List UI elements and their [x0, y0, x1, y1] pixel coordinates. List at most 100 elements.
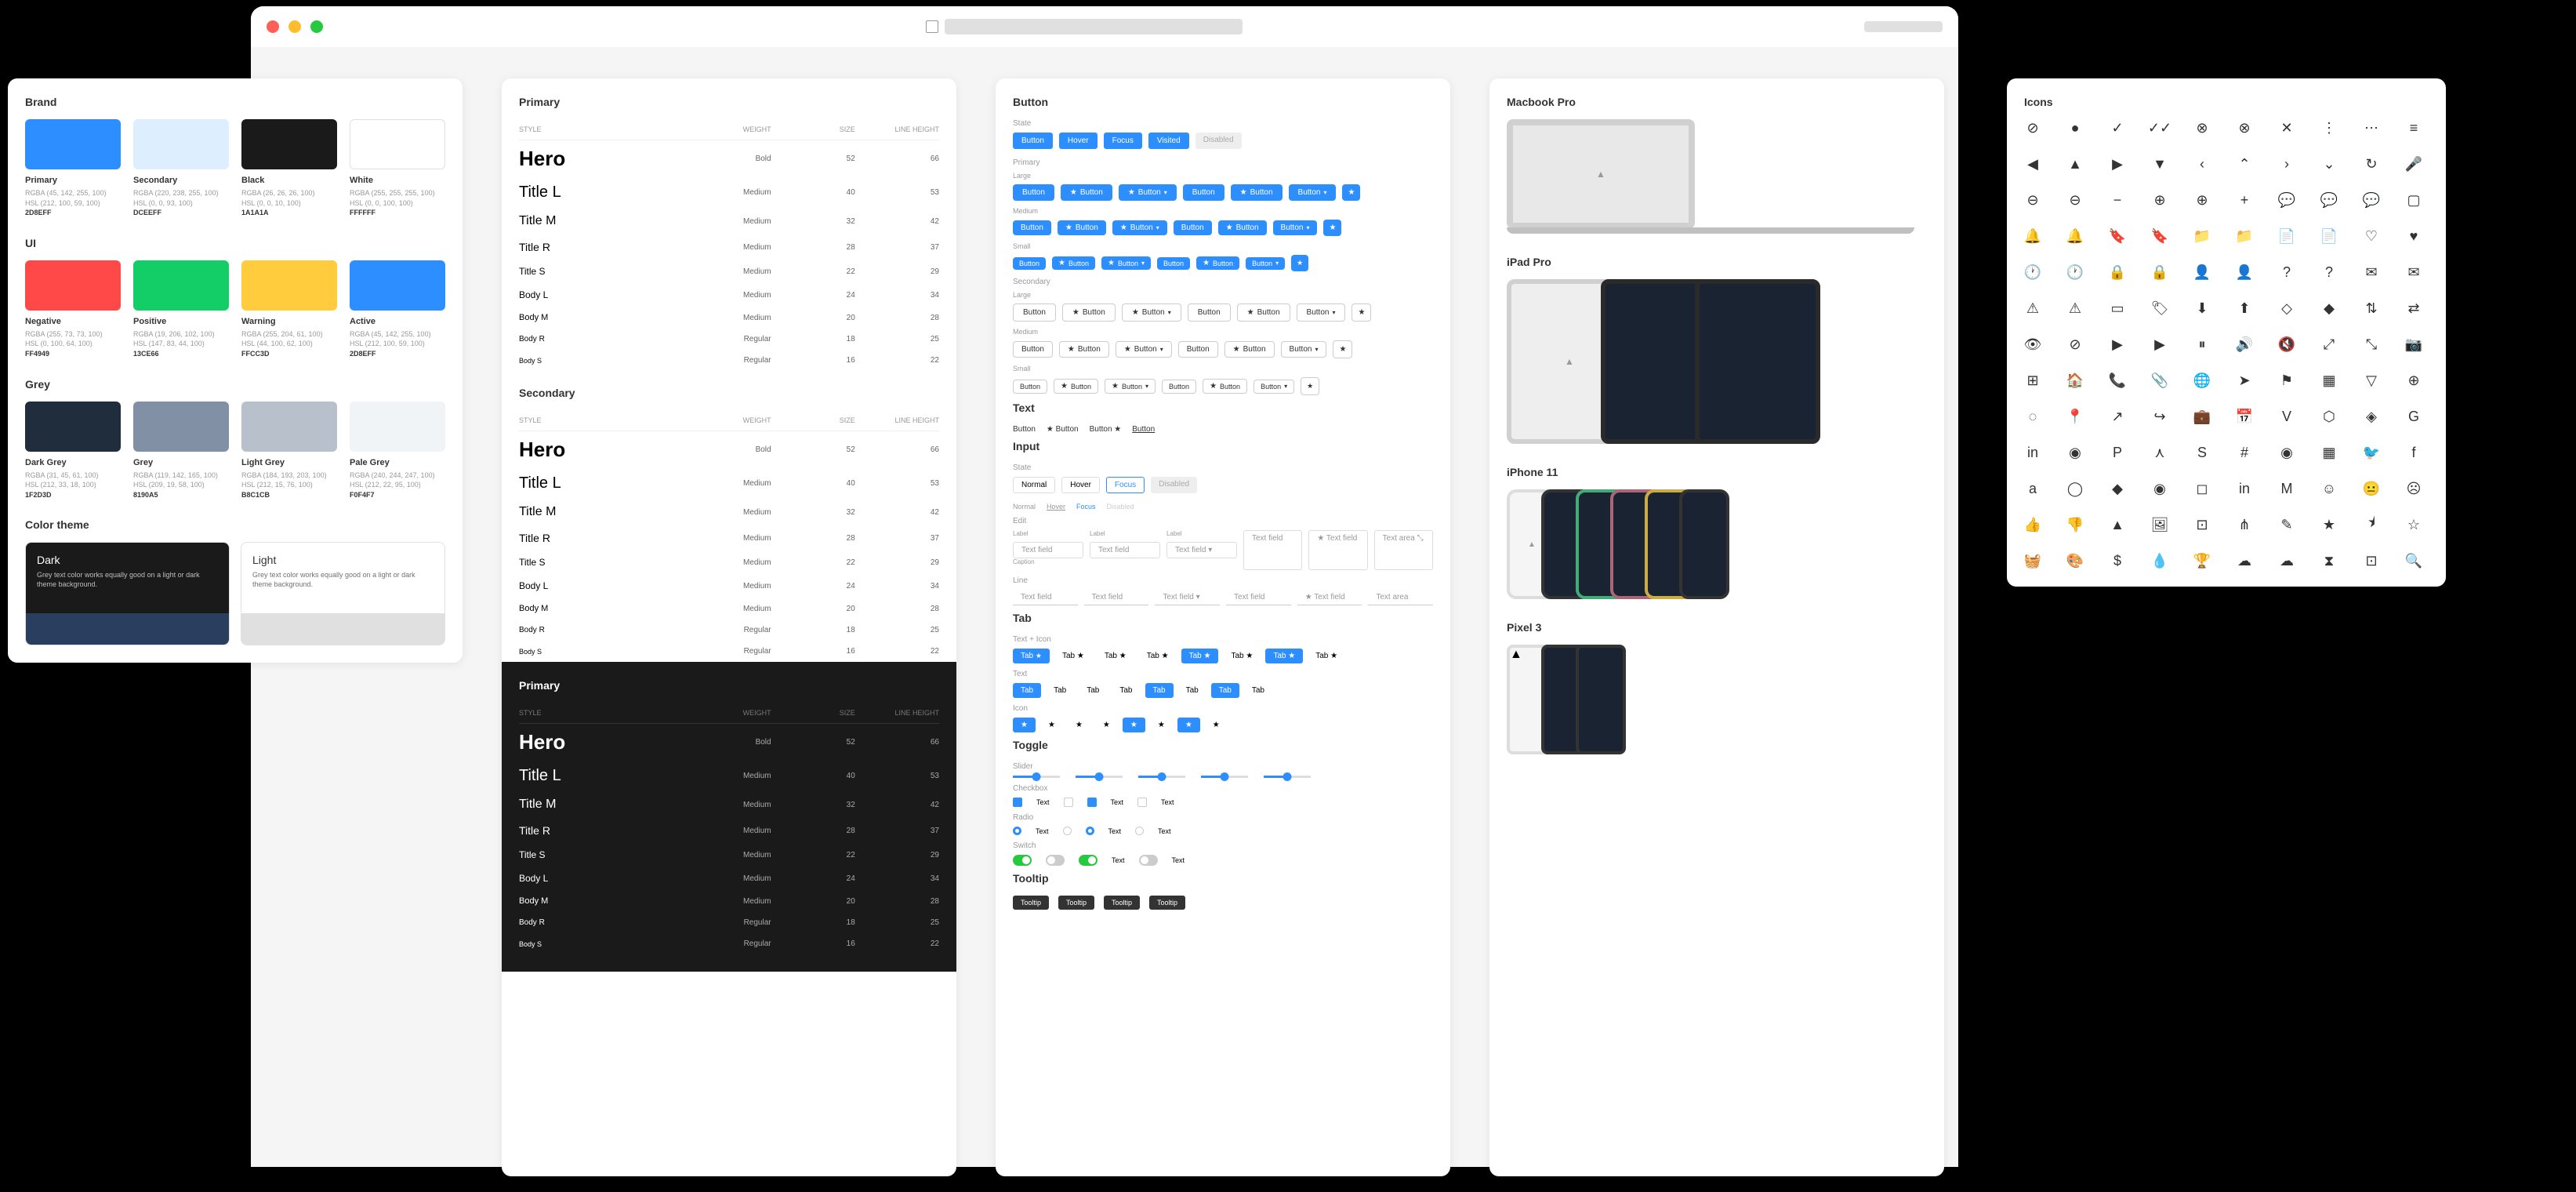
button-star[interactable]: ★ Button	[1059, 341, 1109, 358]
button[interactable]: Button	[1157, 257, 1190, 270]
button-dropdown[interactable]: ★ Button ▾	[1112, 220, 1167, 235]
tab[interactable]: Tab	[1244, 683, 1272, 698]
button-star[interactable]: ★ Button	[1203, 379, 1247, 394]
checkbox[interactable]	[1064, 798, 1073, 807]
slider[interactable]	[1201, 776, 1248, 778]
text-area[interactable]: Text area ⤡	[1374, 530, 1433, 570]
tab[interactable]: Tab ★	[1308, 649, 1345, 663]
text-field[interactable]: Text field	[1090, 542, 1160, 558]
button-dropdown[interactable]: ★ Button ▾	[1101, 256, 1151, 270]
tab[interactable]: Tab ★	[1097, 649, 1134, 663]
button-dropdown[interactable]: Button ▾	[1246, 257, 1285, 270]
minimize-window-dot[interactable]	[288, 20, 301, 33]
button-icon[interactable]: ★	[1351, 303, 1371, 322]
line-field[interactable]: Text field	[1084, 590, 1149, 605]
text-field[interactable]: Text field ▾	[1166, 542, 1237, 558]
tab[interactable]: Tab	[1112, 683, 1140, 698]
text-field[interactable]: Text field	[1013, 542, 1083, 558]
switch[interactable]	[1013, 855, 1032, 866]
slider[interactable]	[1138, 776, 1185, 778]
tab[interactable]: Tab ★	[1223, 649, 1261, 663]
radio[interactable]	[1063, 827, 1072, 835]
radio[interactable]	[1135, 827, 1144, 835]
button-star[interactable]: ★ Button	[1196, 256, 1239, 270]
tab[interactable]: Tab ★	[1265, 649, 1303, 663]
radio[interactable]	[1013, 827, 1021, 835]
button-star[interactable]: ★ Button	[1218, 220, 1267, 235]
maximize-window-dot[interactable]	[310, 20, 323, 33]
button-icon[interactable]: ★	[1291, 255, 1308, 271]
button-dropdown[interactable]: Button ▾	[1281, 341, 1327, 358]
text-link-star[interactable]: ★ Button	[1047, 425, 1079, 434]
tab-icon[interactable]: ★	[1150, 718, 1173, 732]
button-icon[interactable]: ★	[1333, 340, 1352, 358]
button[interactable]: Button	[1013, 380, 1047, 394]
text-field[interactable]: Text field	[1243, 530, 1302, 570]
button-dropdown[interactable]: Button ▾	[1254, 380, 1294, 394]
tab[interactable]: Tab	[1013, 683, 1041, 698]
line-field[interactable]: Text field ▾	[1155, 590, 1220, 605]
button-star[interactable]: ★ Button	[1225, 341, 1275, 358]
tab[interactable]: Tab	[1145, 683, 1174, 698]
button-dropdown[interactable]: ★ Button ▾	[1105, 379, 1156, 394]
switch[interactable]	[1046, 855, 1065, 866]
button-star[interactable]: ★ Button	[1062, 303, 1116, 322]
button-star[interactable]: ★ Button	[1061, 184, 1112, 201]
tab-icon[interactable]: ★	[1205, 718, 1228, 732]
button-dropdown[interactable]: ★ Button ▾	[1116, 341, 1172, 358]
button[interactable]: Button	[1013, 257, 1046, 270]
button-dropdown[interactable]: Button ▾	[1289, 184, 1337, 201]
button[interactable]: Button	[1174, 220, 1212, 235]
button[interactable]: Button	[1013, 220, 1051, 235]
button-star[interactable]: ★ Button	[1231, 184, 1283, 201]
slider[interactable]	[1013, 776, 1060, 778]
tab[interactable]: Tab	[1046, 683, 1074, 698]
checkbox[interactable]	[1013, 798, 1022, 807]
text-link-caret[interactable]: Button ★	[1090, 425, 1122, 434]
button[interactable]: Button	[1013, 303, 1056, 322]
tab-icon[interactable]: ★	[1040, 718, 1063, 732]
button-dropdown[interactable]: Button ▾	[1297, 303, 1346, 322]
button-icon[interactable]: ★	[1323, 220, 1341, 236]
line-field[interactable]: ★ Text field	[1297, 590, 1362, 605]
text-link[interactable]: Button	[1013, 425, 1036, 434]
tab-icon[interactable]: ★	[1068, 718, 1090, 732]
button[interactable]: Button	[1013, 184, 1054, 201]
line-area[interactable]: Text area	[1368, 590, 1433, 605]
button-dropdown[interactable]: ★ Button ▾	[1122, 303, 1181, 322]
slider[interactable]	[1264, 776, 1311, 778]
url-bar[interactable]	[945, 19, 1243, 35]
tab-icon[interactable]: ★	[1123, 718, 1145, 732]
checkbox[interactable]	[1087, 798, 1097, 807]
button[interactable]: Button	[1178, 341, 1218, 358]
line-field[interactable]: Text field	[1226, 590, 1291, 605]
tab[interactable]: Tab ★	[1054, 649, 1092, 663]
tab[interactable]: Tab ★	[1181, 649, 1219, 663]
button-star[interactable]: ★ Button	[1054, 379, 1098, 394]
tab[interactable]: Tab ★	[1013, 649, 1050, 663]
tab[interactable]: Tab	[1079, 683, 1107, 698]
close-window-dot[interactable]	[267, 20, 279, 33]
button[interactable]: Button	[1183, 184, 1225, 201]
tab[interactable]: Tab	[1178, 683, 1206, 698]
text-field[interactable]: ★ Text field	[1308, 530, 1367, 570]
button-icon[interactable]: ★	[1301, 377, 1319, 395]
checkbox[interactable]	[1137, 798, 1147, 807]
button-icon[interactable]: ★	[1342, 184, 1360, 201]
button-star[interactable]: ★ Button	[1058, 220, 1106, 235]
tab-icon[interactable]: ★	[1095, 718, 1118, 732]
radio[interactable]	[1086, 827, 1094, 835]
button[interactable]: Button	[1013, 341, 1053, 358]
line-field[interactable]: Text field	[1013, 590, 1078, 605]
slider[interactable]	[1076, 776, 1123, 778]
text-link-underline[interactable]: Button	[1132, 425, 1155, 434]
switch[interactable]	[1079, 855, 1098, 866]
tab[interactable]: Tab ★	[1139, 649, 1177, 663]
tab-icon[interactable]: ★	[1013, 718, 1036, 732]
button-dropdown[interactable]: Button ▾	[1273, 220, 1318, 235]
button-star[interactable]: ★ Button	[1237, 303, 1290, 322]
button-star[interactable]: ★ Button	[1052, 256, 1095, 270]
button[interactable]: Button	[1188, 303, 1231, 322]
switch[interactable]	[1139, 855, 1158, 866]
button-dropdown[interactable]: ★ Button ▾	[1119, 184, 1177, 201]
